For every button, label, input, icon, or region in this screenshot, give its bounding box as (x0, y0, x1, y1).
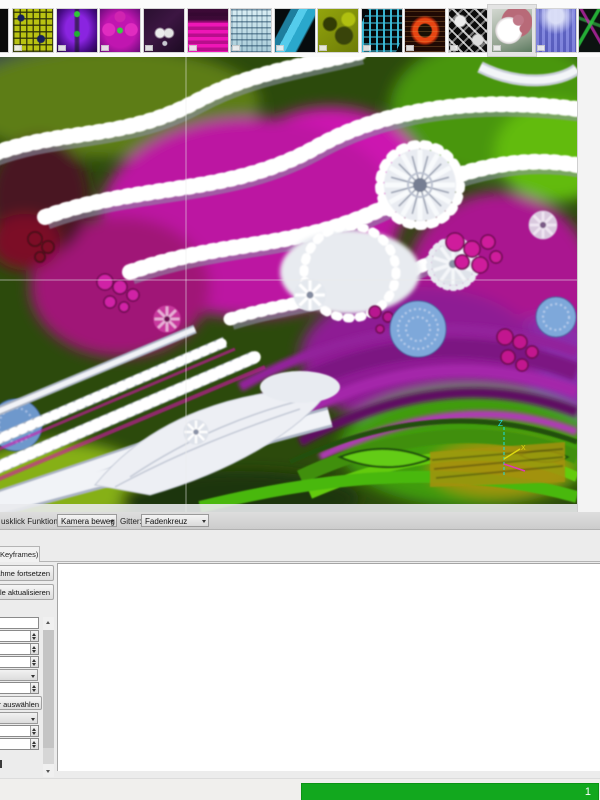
thumbnail-index-badge (537, 45, 545, 51)
thumbnail-index-badge (58, 45, 66, 51)
arrow-up-icon (32, 740, 36, 744)
arrow-up-icon (32, 645, 36, 649)
thumb-10-red-ring[interactable] (405, 9, 445, 52)
arrow-down-icon (46, 770, 50, 773)
arrow-up-icon (32, 684, 36, 688)
thumb-4-dark-mask[interactable] (144, 9, 184, 52)
fractal-render-svg: Z X (0, 57, 577, 512)
render-viewport: Z X (0, 57, 600, 512)
render-progress-bar: 1 (301, 783, 599, 800)
arrow-up-icon (32, 658, 36, 662)
thumbnail-index-badge (145, 45, 153, 51)
keyframe-table[interactable] (57, 563, 600, 771)
arrow-down-icon (32, 649, 36, 653)
thumbnail-index-badge (189, 45, 197, 51)
scroll-up-button[interactable] (43, 617, 54, 630)
mouse-function-value: Kamera beweg (61, 517, 115, 526)
animation-panel: ahme fortsetzen lle aktualisieren r ausw… (0, 562, 600, 778)
render-toolbar: usklick Funktion: Kamera beweg Gitter: F… (0, 512, 600, 530)
arrow-up-icon (32, 632, 36, 636)
spacer-strip (0, 530, 600, 546)
number-spinbox[interactable] (0, 630, 39, 642)
thumb-3-kaleidoscope[interactable] (100, 9, 140, 52)
clipped-label-fragment (0, 760, 2, 768)
thumbnail-filmstrip (0, 0, 600, 57)
spinbox-steppers[interactable] (30, 644, 38, 654)
grid-label: Gitter: (120, 517, 142, 526)
number-spinbox[interactable] (0, 738, 39, 750)
thumbnail-index-badge (232, 45, 240, 51)
thumb-11-bw-fractal[interactable] (449, 9, 489, 52)
mouse-function-combobox[interactable]: Kamera beweg (57, 514, 117, 527)
arrow-down-icon (32, 636, 36, 640)
thumbnail-index-badge (450, 45, 458, 51)
arrow-down-icon (32, 744, 36, 748)
scroll-down-button[interactable] (43, 764, 54, 777)
arrow-down-icon (32, 688, 36, 692)
tab-bar: Keyframes) (0, 546, 600, 562)
text-input[interactable] (0, 617, 39, 629)
spinbox-steppers[interactable] (30, 739, 38, 749)
continue-recording-button[interactable]: ahme fortsetzen (0, 565, 54, 581)
spinbox-steppers[interactable] (30, 683, 38, 693)
thumbnail-index-badge (276, 45, 284, 51)
thumbnail-index-badge (493, 45, 501, 51)
arrow-up-icon (32, 727, 36, 731)
axis-x-label: X (521, 445, 526, 452)
status-bar: 1 (0, 778, 600, 800)
fractal-render-image[interactable]: Z X (0, 57, 578, 512)
thumb-7-cyan-blocks[interactable] (275, 9, 315, 52)
refresh-table-button[interactable]: lle aktualisieren (0, 584, 54, 600)
thumb-2-purple-fractal[interactable] (57, 9, 97, 52)
thumb-12-sphere[interactable] (492, 9, 532, 52)
thumb-0-partial[interactable] (0, 9, 8, 52)
thumb-9-cyan-lattice[interactable] (362, 9, 402, 52)
arrow-down-icon (32, 731, 36, 735)
thumbnail-index-badge (14, 45, 22, 51)
thumbnail-index-badge (319, 45, 327, 51)
chevron-down-icon (31, 717, 35, 721)
chevron-down-icon (202, 520, 206, 523)
number-spinbox[interactable] (0, 643, 39, 655)
vertical-scrollbar[interactable] (43, 617, 54, 777)
spinbox-steppers[interactable] (30, 726, 38, 736)
grid-combobox[interactable]: Fadenkreuz (141, 514, 209, 527)
thumbnail-index-badge (406, 45, 414, 51)
scrollbar-thumb[interactable] (43, 630, 54, 748)
spinbox-steppers[interactable] (30, 631, 38, 641)
number-spinbox[interactable] (0, 656, 39, 668)
mouse-function-label: usklick Funktion: (1, 517, 61, 526)
thumb-13-spike-field[interactable] (536, 9, 576, 52)
tab-keyframes[interactable]: Keyframes) (0, 546, 40, 562)
dropdown-select[interactable] (0, 712, 38, 724)
arrow-up-icon (46, 621, 50, 624)
thumb-6-blue-etching[interactable] (231, 9, 271, 52)
parameter-controls: r auswählen (0, 617, 42, 751)
fractal-app-window: Z X usklick Funktion: Kamera beweg Gitte… (0, 0, 600, 800)
number-spinbox[interactable] (0, 725, 39, 737)
thumb-14-wireframe[interactable] (579, 9, 600, 52)
arrow-down-icon (32, 662, 36, 666)
chevron-down-icon (110, 520, 114, 523)
thumb-5-magenta-stripes[interactable] (188, 9, 228, 52)
select-path-button[interactable]: r auswählen (0, 696, 42, 710)
thumbnail-index-badge (363, 45, 371, 51)
chevron-down-icon (31, 674, 35, 678)
dropdown-select[interactable] (0, 669, 38, 681)
grid-value: Fadenkreuz (145, 517, 188, 526)
thumb-1-tile-grid[interactable] (13, 9, 53, 52)
axis-z-label: Z (498, 419, 503, 428)
thumbnail-index-badge (101, 45, 109, 51)
number-spinbox[interactable] (0, 682, 39, 694)
spinbox-steppers[interactable] (30, 657, 38, 667)
thumb-8-olive-gears[interactable] (318, 9, 358, 52)
